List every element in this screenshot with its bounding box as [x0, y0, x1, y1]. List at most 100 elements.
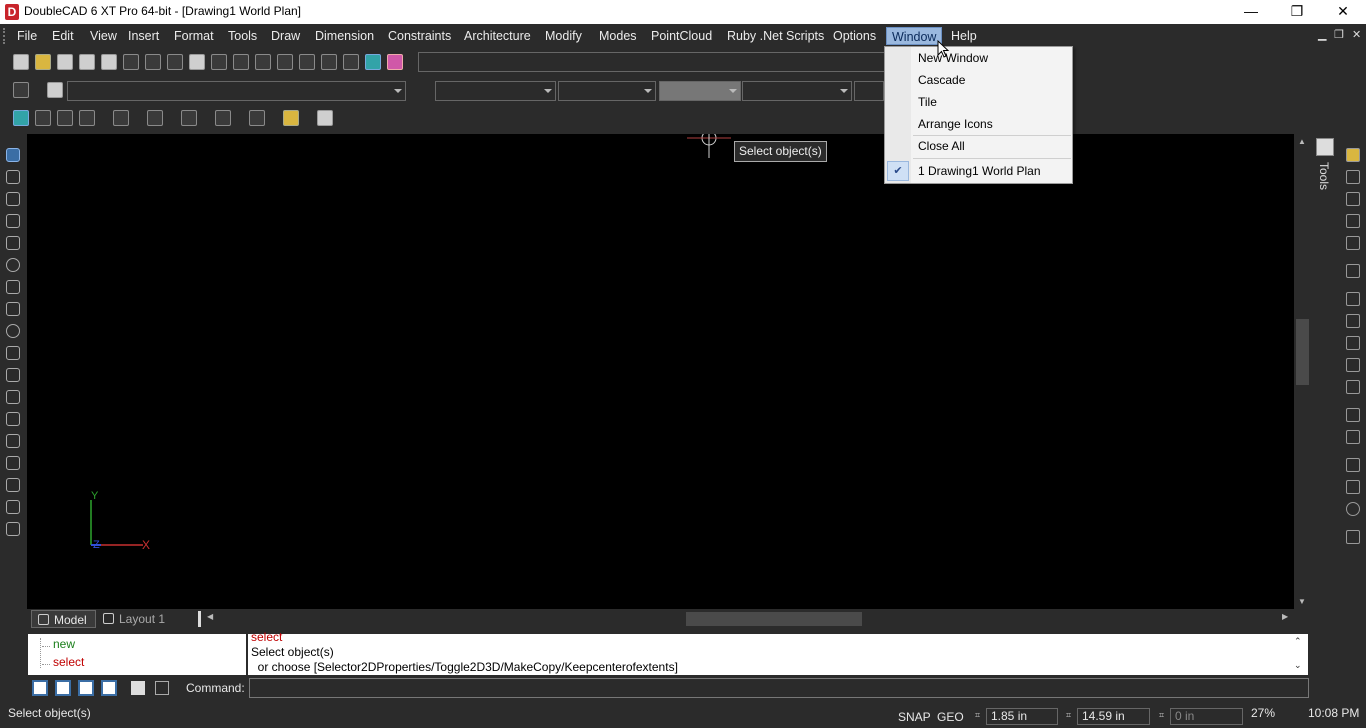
- copy-tool-icon[interactable]: [1346, 214, 1360, 228]
- menu-options[interactable]: Options: [828, 27, 881, 45]
- house-icon[interactable]: [35, 110, 51, 126]
- menu-item-cascade[interactable]: Cascade: [918, 70, 965, 90]
- x-coordinate-field[interactable]: 1.85 in: [986, 708, 1058, 725]
- close-button[interactable]: ✕: [1320, 0, 1366, 24]
- menu-item-close-all[interactable]: Close All: [918, 136, 965, 156]
- cmd-mode-2-icon[interactable]: [55, 680, 71, 696]
- horizontal-scrollbar[interactable]: ◀ ▶: [207, 611, 1321, 627]
- pattern-combo[interactable]: [742, 81, 852, 101]
- arc-icon[interactable]: [6, 302, 20, 316]
- menu-help[interactable]: Help: [946, 27, 982, 45]
- cmd-mode-1-icon[interactable]: [32, 680, 48, 696]
- scroll-down-icon[interactable]: ▼: [1298, 597, 1306, 606]
- y-coordinate-field[interactable]: 14.59 in: [1077, 708, 1150, 725]
- dot-icon[interactable]: [6, 434, 20, 448]
- menu-item-tile[interactable]: Tile: [918, 92, 937, 112]
- menu-modes[interactable]: Modes: [594, 27, 642, 45]
- roof-icon[interactable]: [57, 110, 73, 126]
- horizontal-scroll-thumb[interactable]: [686, 612, 862, 626]
- menu-item-drawing1[interactable]: 1 Drawing1 World Plan: [918, 161, 1041, 181]
- redo-list-icon[interactable]: [299, 54, 315, 70]
- layer-combo[interactable]: [67, 81, 406, 101]
- rectangle-icon[interactable]: [6, 280, 20, 294]
- command-history-tree[interactable]: new select: [28, 634, 246, 675]
- camera-icon[interactable]: [321, 54, 337, 70]
- insert-block-icon[interactable]: [283, 110, 299, 126]
- save-icon[interactable]: [57, 54, 73, 70]
- array-icon[interactable]: [1346, 236, 1360, 250]
- cut-icon[interactable]: [145, 54, 161, 70]
- chamfer-icon[interactable]: [1346, 430, 1360, 444]
- scale-combo[interactable]: [854, 81, 884, 101]
- vertical-scroll-thumb[interactable]: [1296, 319, 1309, 385]
- vertical-scrollbar[interactable]: ▲ ▼: [1294, 134, 1311, 609]
- print-icon[interactable]: [79, 54, 95, 70]
- paste-icon[interactable]: [189, 54, 205, 70]
- mdi-minimize-button[interactable]: ▁: [1318, 28, 1326, 41]
- menu-ruby-scripts[interactable]: Ruby .Net Scripts: [722, 27, 829, 45]
- tools-tab-label[interactable]: Tools: [1317, 162, 1331, 190]
- scroll-left-icon[interactable]: ◀: [207, 612, 213, 621]
- circle-icon[interactable]: [6, 258, 20, 272]
- printer-setup-icon[interactable]: [47, 82, 63, 98]
- tab-model[interactable]: Model: [31, 610, 96, 628]
- menu-dimension[interactable]: Dimension: [310, 27, 379, 45]
- toolbar-combo-wide[interactable]: [418, 52, 888, 72]
- history-scroll-down-icon[interactable]: ⌄: [1294, 660, 1302, 671]
- circle-tool-icon[interactable]: [1346, 502, 1360, 516]
- double-line-icon[interactable]: [6, 214, 20, 228]
- eye-icon[interactable]: [6, 368, 20, 382]
- drawing-canvas[interactable]: Y X Z: [27, 134, 1294, 609]
- undo-icon[interactable]: [255, 54, 271, 70]
- select-all-icon[interactable]: [233, 54, 249, 70]
- menu-constraints[interactable]: Constraints: [383, 27, 456, 45]
- calculator-icon[interactable]: [365, 54, 381, 70]
- fill-icon[interactable]: [1346, 170, 1360, 184]
- menu-insert[interactable]: Insert: [123, 27, 164, 45]
- restore-button[interactable]: ❐: [1274, 0, 1320, 24]
- menu-modify[interactable]: Modify: [540, 27, 587, 45]
- eraser-icon[interactable]: [387, 54, 403, 70]
- zoom-icon[interactable]: [6, 390, 20, 404]
- minimize-button[interactable]: —: [1228, 0, 1274, 24]
- format-painter-icon[interactable]: [211, 54, 227, 70]
- menu-file[interactable]: File: [12, 27, 42, 45]
- command-history-log[interactable]: select Select object(s) or choose [Selec…: [248, 630, 1308, 675]
- move-icon[interactable]: [1346, 192, 1360, 206]
- block-icon[interactable]: [6, 456, 20, 470]
- join-icon[interactable]: [1346, 480, 1360, 494]
- history-scroll-up-icon[interactable]: ⌃: [1294, 636, 1302, 647]
- target-icon[interactable]: [181, 110, 197, 126]
- mdi-restore-button[interactable]: ❐: [1334, 28, 1344, 41]
- text-icon[interactable]: [6, 478, 20, 492]
- hatch-tool-icon[interactable]: [6, 412, 20, 426]
- color-combo[interactable]: [435, 81, 556, 101]
- settings-gear-icon[interactable]: [123, 54, 139, 70]
- print-preview-icon[interactable]: [101, 54, 117, 70]
- history-tree-new[interactable]: new: [53, 637, 75, 651]
- property-gear-icon[interactable]: [13, 82, 29, 98]
- point-icon[interactable]: [6, 170, 20, 184]
- command-input[interactable]: [249, 678, 1309, 698]
- menu-view[interactable]: View: [85, 27, 122, 45]
- geo-toggle[interactable]: GEO: [937, 710, 964, 724]
- tab-layout-1[interactable]: Layout 1: [97, 610, 173, 628]
- line-icon[interactable]: [6, 192, 20, 206]
- fillet-icon[interactable]: [1346, 380, 1360, 394]
- menu-item-arrange-icons[interactable]: Arrange Icons: [918, 114, 993, 134]
- menu-pointcloud[interactable]: PointCloud: [646, 27, 717, 45]
- mdi-close-button[interactable]: ✕: [1352, 28, 1361, 41]
- menu-edit[interactable]: Edit: [47, 27, 79, 45]
- building-icon[interactable]: [79, 110, 95, 126]
- arrow-right-icon[interactable]: [215, 110, 231, 126]
- group-icon[interactable]: [113, 110, 129, 126]
- tools-palette-icon[interactable]: [1316, 138, 1334, 156]
- ellipse-icon[interactable]: [6, 324, 20, 338]
- select-arrow-icon[interactable]: [6, 148, 20, 162]
- trim-icon[interactable]: [1346, 336, 1360, 350]
- menu-draw[interactable]: Draw: [266, 27, 305, 45]
- table-icon[interactable]: [343, 54, 359, 70]
- menu-window[interactable]: Window: [886, 27, 943, 45]
- menu-item-new-window[interactable]: New Window: [918, 48, 988, 68]
- stretch-icon[interactable]: [1346, 530, 1360, 544]
